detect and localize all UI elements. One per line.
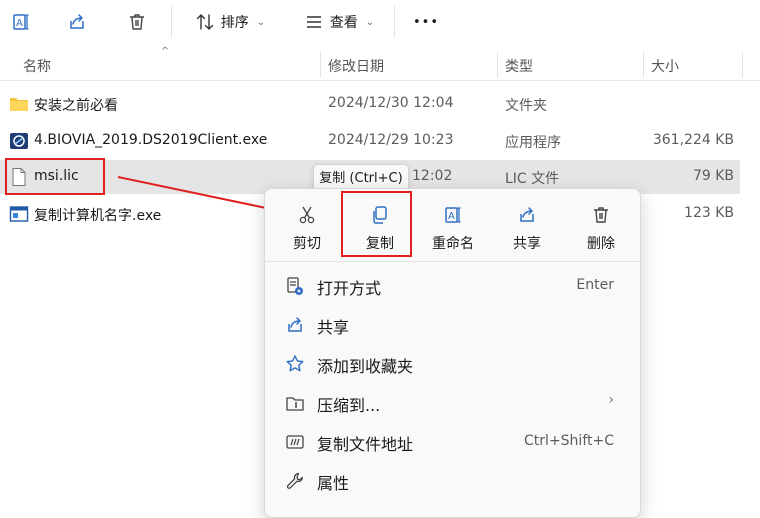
star-icon bbox=[286, 355, 304, 372]
menu-shortcut: Ctrl+Shift+C bbox=[524, 433, 614, 449]
annotation-highlight-copy bbox=[341, 191, 412, 257]
share-icon bbox=[520, 207, 534, 222]
menu-item-open-with[interactable]: 打开方式 Enter bbox=[271, 267, 634, 305]
compress-icon bbox=[286, 397, 304, 411]
chevron-right-icon: › bbox=[608, 392, 614, 408]
cut-label: 剪切 bbox=[293, 236, 321, 252]
share-button[interactable]: 共享 bbox=[493, 195, 561, 257]
menu-item-copy-path[interactable]: 复制文件地址 Ctrl+Shift+C bbox=[271, 423, 634, 461]
delete-label: 删除 bbox=[587, 236, 615, 252]
menu-label: 打开方式 bbox=[317, 279, 382, 298]
share-icon bbox=[288, 317, 302, 332]
menu-label: 属性 bbox=[317, 474, 350, 493]
open-with-icon bbox=[287, 277, 303, 295]
cut-button[interactable]: 剪切 bbox=[273, 195, 341, 257]
menu-item-add-to-favorites[interactable]: 添加到收藏夹 bbox=[271, 345, 634, 383]
menu-item-share[interactable]: 共享 bbox=[271, 306, 634, 344]
menu-item-properties[interactable]: 属性 bbox=[271, 462, 634, 500]
rename-icon: A bbox=[445, 207, 461, 223]
rename-label: 重命名 bbox=[432, 236, 474, 252]
copy-path-icon bbox=[286, 435, 304, 449]
svg-text:A: A bbox=[448, 211, 455, 222]
rename-button[interactable]: A 重命名 bbox=[419, 195, 487, 257]
menu-label: 压缩到... bbox=[317, 396, 381, 415]
menu-divider bbox=[265, 261, 640, 262]
wrench-icon bbox=[286, 472, 303, 489]
menu-item-compress[interactable]: 压缩到... › bbox=[271, 384, 634, 422]
cut-icon bbox=[299, 206, 315, 224]
menu-label: 共享 bbox=[317, 318, 350, 337]
delete-button[interactable]: 删除 bbox=[567, 195, 635, 257]
menu-label: 添加到收藏夹 bbox=[317, 357, 414, 376]
delete-icon bbox=[594, 207, 608, 223]
context-menu: 剪切 复制 A 重命名 共享 删除 打开方式 Enter 共享 添加到收藏夹 压… bbox=[264, 188, 641, 518]
menu-label: 复制文件地址 bbox=[317, 435, 414, 454]
menu-shortcut: Enter bbox=[576, 277, 614, 293]
share-label: 共享 bbox=[513, 236, 541, 252]
